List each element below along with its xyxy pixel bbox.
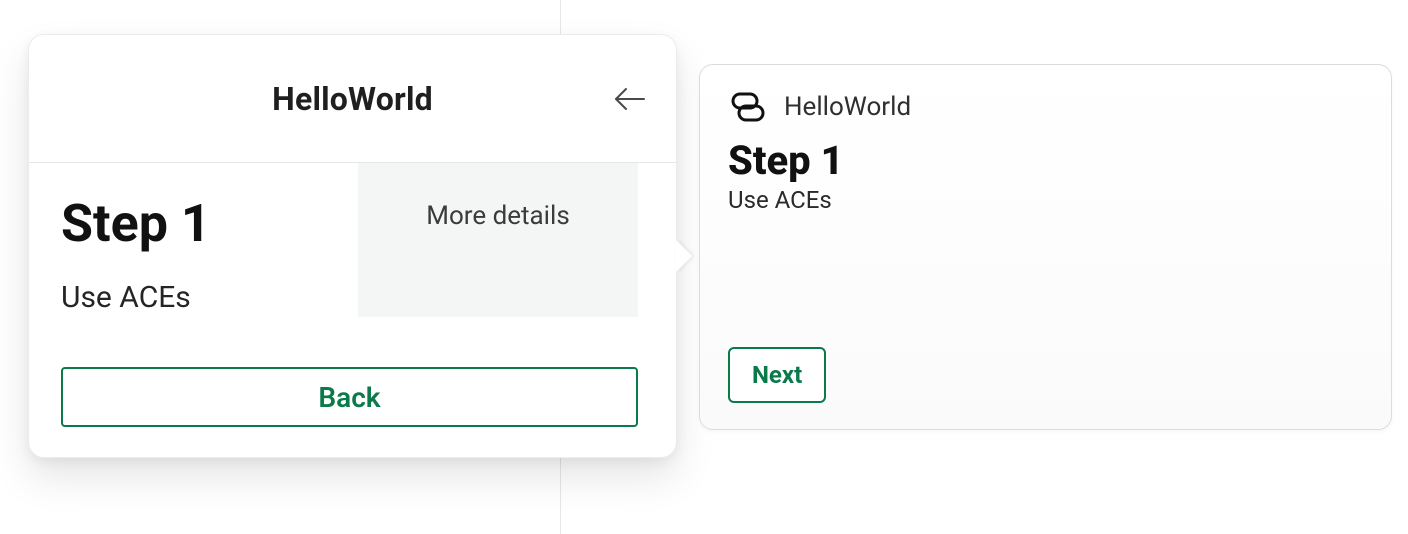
detail-panel: HelloWorld More details Step 1 Use ACEs … [28,34,677,458]
card-header: HelloWorld [728,87,1363,127]
card-name: HelloWorld [784,92,911,122]
more-details-label: More details [426,201,570,231]
card-step-subtitle: Use ACEs [728,186,1363,214]
more-details-box[interactable]: More details [358,163,638,317]
panel-header: HelloWorld [29,35,676,163]
step-card[interactable]: HelloWorld Step 1 Use ACEs Next [699,64,1392,430]
popover-caret [676,240,692,272]
card-step-title: Step 1 [728,137,1363,184]
panel-body: More details Step 1 Use ACEs Back [29,163,676,457]
back-button-label: Back [318,381,380,414]
next-button[interactable]: Next [728,347,826,403]
back-button[interactable]: Back [61,367,638,427]
next-button-label: Next [752,361,802,389]
panel-title: HelloWorld [272,80,433,118]
arrow-left-icon[interactable] [612,82,646,116]
link-icon [728,87,768,127]
